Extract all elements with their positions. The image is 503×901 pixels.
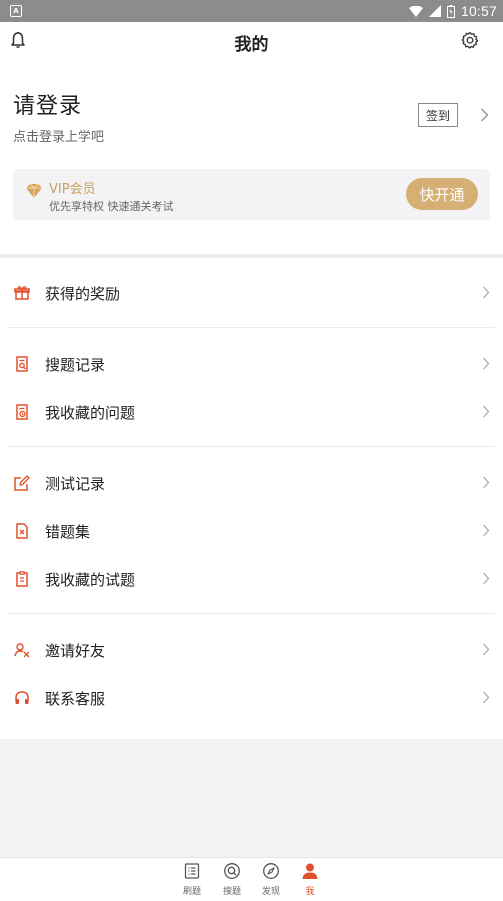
menu-item-label: 获得的奖励 xyxy=(45,285,121,303)
group-divider xyxy=(8,446,495,447)
user-icon xyxy=(302,863,318,879)
tab-me[interactable]: 我 xyxy=(292,862,328,900)
menu-item-contact-support[interactable]: 联系客服 xyxy=(0,676,503,720)
menu-list: 获得的奖励 搜题记录 我收藏的问题 测试记录 错题集 我收藏的试题 邀请好友 联… xyxy=(0,258,503,739)
menu-item-label: 联系客服 xyxy=(45,690,106,708)
menu-item-label: 邀请好友 xyxy=(45,642,106,660)
tab-search[interactable]: 搜题 xyxy=(214,862,250,900)
menu-item-favorite-exams[interactable]: 我收藏的试题 xyxy=(0,557,503,601)
chevron-right-icon xyxy=(483,691,490,704)
compass-icon xyxy=(263,863,279,879)
menu-item-rewards[interactable]: 获得的奖励 xyxy=(0,271,503,315)
menu-item-label: 错题集 xyxy=(45,523,91,541)
chevron-right-icon xyxy=(483,357,490,370)
signal-icon xyxy=(428,5,441,17)
status-indicators: 10:57 xyxy=(408,3,497,19)
bottom-tab-bar: 刷题 搜题 发现 我 xyxy=(0,857,503,901)
headphones-icon xyxy=(15,691,29,704)
chevron-right-icon[interactable] xyxy=(480,108,489,122)
menu-item-test-history[interactable]: 测试记录 xyxy=(0,461,503,505)
login-subtitle[interactable]: 点击登录上学吧 xyxy=(13,126,104,145)
gear-icon[interactable] xyxy=(461,31,479,49)
menu-item-label: 搜题记录 xyxy=(45,356,106,374)
favorite-question-icon xyxy=(16,404,28,420)
chevron-right-icon xyxy=(483,405,490,418)
wifi-icon xyxy=(408,5,423,17)
chevron-right-icon xyxy=(483,286,490,299)
menu-item-wrong-questions[interactable]: 错题集 xyxy=(0,509,503,553)
menu-item-invite-friends[interactable]: 邀请好友 xyxy=(0,628,503,672)
menu-item-label: 我收藏的试题 xyxy=(45,571,136,589)
status-time: 10:57 xyxy=(460,3,497,19)
tab-label: 发现 xyxy=(261,887,280,897)
tab-label: 搜题 xyxy=(222,887,241,897)
edit-icon xyxy=(14,475,30,491)
group-divider xyxy=(8,613,495,614)
search-icon xyxy=(224,863,240,879)
diamond-icon xyxy=(26,183,42,198)
bell-icon[interactable] xyxy=(10,31,26,49)
favorite-exam-icon xyxy=(16,571,28,587)
chevron-right-icon xyxy=(483,476,490,489)
chevron-right-icon xyxy=(483,524,490,537)
checkin-button[interactable]: 签到 xyxy=(418,103,458,127)
page-title: 我的 xyxy=(234,34,269,55)
menu-item-label: 测试记录 xyxy=(45,475,106,493)
tab-discover[interactable]: 发现 xyxy=(253,862,289,900)
list-icon xyxy=(184,863,200,879)
tab-label: 我 xyxy=(305,887,315,897)
vip-card[interactable]: VIP会员 优先享特权 快速通关考试 快开通 xyxy=(13,169,490,220)
vip-description: 优先享特权 快速通关考试 xyxy=(49,200,174,213)
login-title[interactable]: 请登录 xyxy=(13,88,82,120)
vip-title: VIP会员 xyxy=(49,182,96,197)
chevron-right-icon xyxy=(483,572,490,585)
wrong-question-icon xyxy=(16,523,28,539)
notification-icon: A xyxy=(10,5,22,17)
menu-item-search-history[interactable]: 搜题记录 xyxy=(0,342,503,386)
invite-friend-icon xyxy=(14,643,30,658)
chevron-right-icon xyxy=(483,643,490,656)
status-bar: A 10:57 xyxy=(0,0,503,22)
app-header: 我的 xyxy=(0,22,503,62)
battery-icon xyxy=(446,4,455,18)
vip-activate-button[interactable]: 快开通 xyxy=(406,178,478,210)
menu-item-favorite-questions[interactable]: 我收藏的问题 xyxy=(0,390,503,434)
group-divider xyxy=(8,327,495,328)
profile-section: 请登录 点击登录上学吧 签到 VIP会员 优先享特权 快速通关考试 快开通 xyxy=(0,62,503,254)
menu-item-label: 我收藏的问题 xyxy=(45,404,136,422)
gift-icon xyxy=(14,286,30,300)
tab-practice[interactable]: 刷题 xyxy=(174,862,210,900)
search-record-icon xyxy=(16,356,28,372)
tab-label: 刷题 xyxy=(182,887,201,897)
